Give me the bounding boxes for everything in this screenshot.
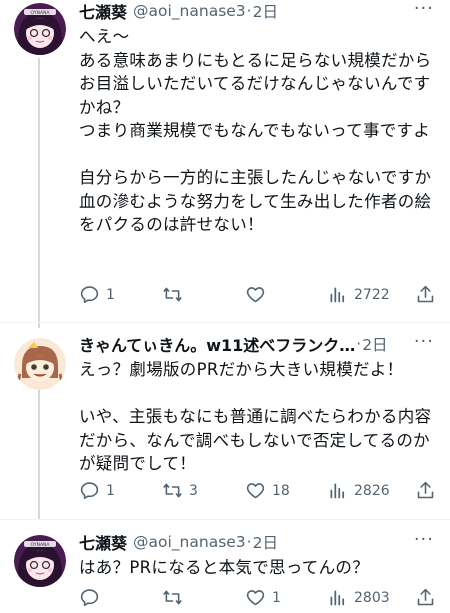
avatar-chibi-character-icon	[14, 338, 66, 390]
avatar-anime-girl-icon: OYNANA	[14, 535, 66, 587]
like-button[interactable]: 1	[245, 587, 281, 608]
timestamp[interactable]: 2日	[253, 531, 278, 553]
like-icon	[246, 287, 265, 303]
like-icon	[246, 483, 265, 499]
retweet-count: 3	[189, 482, 198, 499]
views-button[interactable]: 2826	[327, 480, 390, 501]
tweet-divider	[0, 322, 450, 323]
avatar[interactable]	[14, 338, 66, 390]
timestamp[interactable]: 2日	[362, 333, 387, 355]
separator-dot: ·	[246, 2, 252, 20]
action-bar: 1 2722	[79, 284, 439, 310]
retweet-button[interactable]: 3	[162, 480, 198, 501]
share-button[interactable]	[415, 284, 436, 305]
reply-button[interactable]	[79, 587, 106, 608]
reply-count: 1	[106, 482, 115, 499]
like-button[interactable]	[245, 284, 272, 305]
more-options-icon[interactable]: ···	[414, 529, 434, 550]
retweet-icon	[163, 287, 182, 302]
avatar[interactable]: OYNANA	[14, 535, 66, 587]
thread-connector	[38, 58, 40, 328]
share-button[interactable]	[415, 480, 436, 501]
like-button[interactable]: 18	[245, 480, 290, 501]
tweet-header: 七瀬葵 @aoi_nanase3 · 2日	[79, 531, 440, 553]
share-icon	[417, 588, 434, 606]
tweet-header: 七瀬葵 @aoi_nanase3 · 2日	[79, 0, 440, 22]
display-name[interactable]: きゃんてぃきん。w11述べフランク…	[79, 333, 355, 355]
user-handle[interactable]: @aoi_nanase3	[133, 533, 246, 551]
share-icon	[417, 481, 434, 499]
views-icon	[330, 483, 345, 499]
share-button[interactable]	[415, 587, 436, 608]
reply-count: 1	[106, 286, 115, 303]
tweet-text: はあ？PRになると本気で思ってんの？	[79, 558, 369, 577]
thread-connector	[38, 390, 40, 520]
reply-button[interactable]: 1	[79, 284, 115, 305]
avatar-anime-girl-icon: OYNANA	[14, 3, 66, 55]
reply-icon	[80, 482, 99, 499]
like-count: 18	[272, 482, 290, 499]
action-bar: 1 3 18 2826	[79, 480, 439, 506]
views-button[interactable]: 2722	[327, 284, 390, 305]
tweet-text: へえ〜 ある意味あまりにもとるに足らない規模だからお目溢しいただいてるだけなんじ…	[79, 27, 432, 234]
more-options-icon[interactable]: ···	[414, 0, 434, 19]
separator-dot: ·	[356, 335, 362, 353]
retweet-icon	[163, 483, 182, 498]
reply-icon	[80, 286, 99, 303]
svg-text:OYNANA: OYNANA	[31, 10, 51, 16]
share-icon	[417, 285, 434, 303]
retweet-button[interactable]	[162, 284, 189, 305]
view-count: 2826	[354, 482, 390, 499]
action-bar: 1 2803	[79, 587, 439, 613]
reply-icon	[80, 589, 99, 606]
retweet-icon	[163, 590, 182, 605]
like-count: 1	[272, 589, 281, 606]
timestamp[interactable]: 2日	[253, 0, 278, 22]
avatar[interactable]: OYNANA	[14, 3, 66, 55]
views-icon	[330, 590, 345, 606]
like-icon	[246, 590, 265, 606]
retweet-button[interactable]	[162, 587, 189, 608]
views-button[interactable]: 2803	[327, 587, 390, 608]
user-handle[interactable]: @aoi_nanase3	[133, 2, 246, 20]
views-icon	[330, 287, 345, 303]
svg-text:OYNANA: OYNANA	[31, 542, 51, 548]
separator-dot: ·	[246, 533, 252, 551]
tweet-text: えっ？劇場版のPRだから大きい規模だよ！ いや、主張もなにも普通に調べたらわかる…	[79, 360, 432, 473]
more-options-icon[interactable]: ···	[414, 331, 434, 352]
display-name[interactable]: 七瀬葵	[79, 531, 127, 553]
view-count: 2722	[354, 286, 390, 303]
view-count: 2803	[354, 589, 390, 606]
display-name[interactable]: 七瀬葵	[79, 0, 127, 22]
tweet-header: きゃんてぃきん。w11述べフランク… · 2日	[79, 333, 440, 355]
tweet-divider	[0, 519, 450, 520]
reply-button[interactable]: 1	[79, 480, 115, 501]
